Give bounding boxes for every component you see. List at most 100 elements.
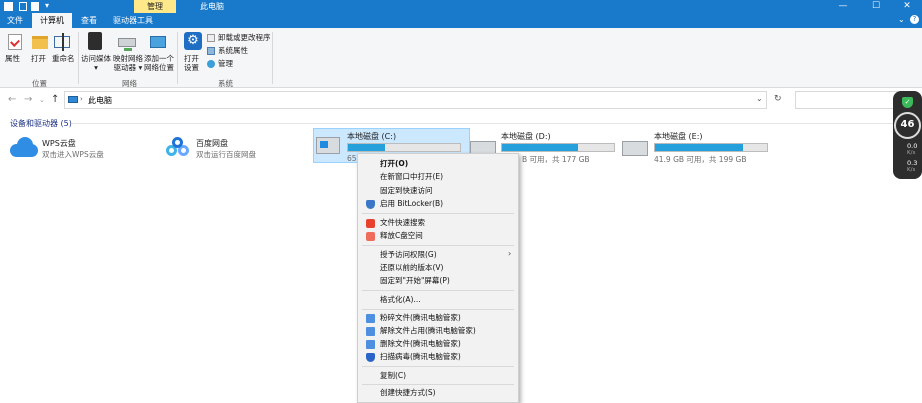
add-network-location-button[interactable]: 添加一个 网络位置	[144, 54, 174, 72]
menu-restore-versions[interactable]: 还原以前的版本(V)	[380, 263, 443, 273]
properties-quick-icon[interactable]	[19, 2, 27, 11]
submenu-chevron-icon: ›	[508, 249, 512, 258]
address-bar[interactable]	[64, 91, 767, 109]
drive-d-free: B 可用，共 177 GB	[522, 155, 590, 164]
open-button[interactable]: 打开	[31, 54, 46, 63]
access-media-button[interactable]: 访问媒体 ▾	[81, 54, 111, 72]
shred-icon	[366, 314, 375, 323]
address-dropdown-icon[interactable]: ⌄	[756, 94, 763, 103]
add-netloc-label-1: 添加一个	[144, 54, 174, 63]
menu-grant-access[interactable]: 授予访问权限(G)	[380, 250, 437, 260]
wps-drive-desc: 双击进入WPS云盘	[42, 150, 104, 159]
minimize-button[interactable]: —	[828, 0, 858, 13]
help-icon[interactable]: ?	[910, 15, 919, 24]
forward-arrow-icon[interactable]: →	[24, 94, 32, 105]
uninstall-icon	[207, 34, 215, 42]
menu-create-shortcut[interactable]: 创建快捷方式(S)	[380, 388, 436, 398]
title-bar: ▾ 管理 此电脑 — ☐ ✕	[0, 0, 922, 13]
unlock-file-icon	[366, 327, 375, 336]
tab-drive-tools[interactable]: 驱动器工具	[108, 13, 158, 28]
access-media-label: 访问媒体	[81, 54, 111, 63]
menu-shred[interactable]: 粉碎文件(腾讯电脑管家)	[380, 313, 461, 323]
manage-icon	[207, 60, 215, 68]
drive-d-usage-bar	[501, 143, 615, 152]
tab-computer[interactable]: 计算机	[32, 13, 72, 28]
close-button[interactable]: ✕	[892, 0, 922, 13]
virus-scan-icon	[366, 353, 375, 362]
menu-format[interactable]: 格式化(A)...	[380, 295, 421, 305]
pc-icon	[68, 96, 78, 103]
menu-pin-quick-access[interactable]: 固定到快速访问	[380, 186, 433, 196]
ribbon-separator	[177, 32, 178, 84]
uninstall-button[interactable]: 卸载或更改程序	[218, 33, 271, 42]
menu-free-c-space[interactable]: 释放C盘空间	[380, 231, 423, 241]
windows-drive-icon	[316, 137, 340, 154]
cloud-icon	[10, 136, 38, 158]
widget-score: 46	[900, 119, 915, 130]
map-drive-button[interactable]: 映射网络 驱动器 ▾	[113, 54, 143, 72]
window-title: 此电脑	[200, 2, 224, 11]
menu-separator	[362, 213, 514, 214]
manage-button[interactable]: 管理	[218, 59, 233, 68]
shield-icon	[366, 200, 375, 209]
delete-file-icon	[366, 340, 375, 349]
menu-file-search[interactable]: 文件快速搜索	[380, 218, 425, 228]
recent-chevron-icon[interactable]: ⌄	[39, 96, 45, 104]
breadcrumb-chevron-icon[interactable]: ›	[80, 95, 83, 103]
ribbon-tabs: 文件 计算机 查看 驱动器工具 ⌄ ?	[0, 13, 922, 28]
map-drive-icon	[118, 38, 136, 47]
baidu-drive-name[interactable]: 百度网盘	[196, 138, 228, 149]
upload-speed: 0.0	[907, 142, 918, 150]
back-arrow-icon[interactable]: ←	[8, 94, 16, 105]
baidu-netdisk-icon	[166, 137, 190, 159]
menu-pin-start[interactable]: 固定到"开始"屏幕(P)	[380, 276, 450, 286]
group-divider	[72, 123, 902, 124]
system-properties-icon	[207, 47, 215, 55]
upload-unit: K/s	[907, 150, 916, 156]
tab-file[interactable]: 文件	[0, 13, 30, 28]
refresh-icon[interactable]: ↻	[774, 94, 782, 104]
up-arrow-icon[interactable]: ↑	[51, 94, 59, 105]
context-tab-manage: 管理	[134, 0, 176, 13]
drive-c-usage-bar	[347, 143, 461, 152]
speed-widget[interactable]: ✓ 46 0.0 K/s 0.3 K/s	[893, 91, 922, 179]
shield-check-icon: ✓	[902, 97, 913, 108]
devices-group-header[interactable]: 设备和驱动器 (5)	[10, 118, 72, 129]
baidu-drive-desc: 双击运行百度网盘	[196, 150, 256, 159]
wps-drive-name[interactable]: WPS云盘	[42, 138, 76, 149]
menu-delete-file[interactable]: 删除文件(腾讯电脑管家)	[380, 339, 461, 349]
properties-button[interactable]: 属性	[5, 54, 20, 63]
tab-view[interactable]: 查看	[76, 13, 102, 28]
map-drive-label-2: 驱动器	[113, 63, 137, 72]
app-icon[interactable]	[4, 2, 13, 11]
menu-open-new-window[interactable]: 在新窗口中打开(E)	[380, 172, 443, 182]
open-settings-label-1: 打开	[184, 54, 199, 63]
search-input[interactable]	[795, 91, 898, 109]
cleanup-icon	[366, 232, 375, 241]
rename-button[interactable]: 重命名	[52, 54, 75, 63]
menu-unlock-file[interactable]: 解除文件占用(腾讯电脑管家)	[380, 326, 476, 336]
properties-icon	[8, 34, 22, 50]
menu-scan-virus[interactable]: 扫描病毒(腾讯电脑管家)	[380, 352, 461, 362]
breadcrumb[interactable]: 此电脑	[88, 95, 112, 106]
drive-e-free: 41.9 GB 可用，共 199 GB	[654, 155, 747, 164]
menu-bitlocker[interactable]: 启用 BitLocker(B)	[380, 199, 443, 209]
system-properties-button[interactable]: 系统属性	[218, 46, 248, 55]
settings-gear-icon: ⚙	[184, 32, 202, 50]
open-settings-button[interactable]: 打开 设置	[184, 54, 199, 72]
expand-ribbon-icon[interactable]: ⌄	[898, 15, 905, 24]
menu-open[interactable]: 打开(O)	[380, 159, 408, 169]
download-unit: K/s	[907, 167, 916, 173]
drive-e-name[interactable]: 本地磁盘 (E:)	[654, 131, 703, 142]
maximize-button[interactable]: ☐	[861, 0, 891, 13]
chevron-down-icon[interactable]: ▾	[45, 1, 49, 10]
drive-e-usage-fill	[655, 144, 744, 151]
menu-copy[interactable]: 复制(C)	[380, 371, 406, 381]
open-settings-label-2: 设置	[184, 63, 199, 72]
context-menu: 打开(O) 在新窗口中打开(E) 固定到快速访问 启用 BitLocker(B)…	[357, 153, 519, 403]
menu-separator	[362, 366, 514, 367]
menu-separator	[362, 290, 514, 291]
new-folder-quick-icon[interactable]	[31, 2, 39, 11]
drive-d-name[interactable]: 本地磁盘 (D:)	[501, 131, 551, 142]
menu-separator	[362, 309, 514, 310]
